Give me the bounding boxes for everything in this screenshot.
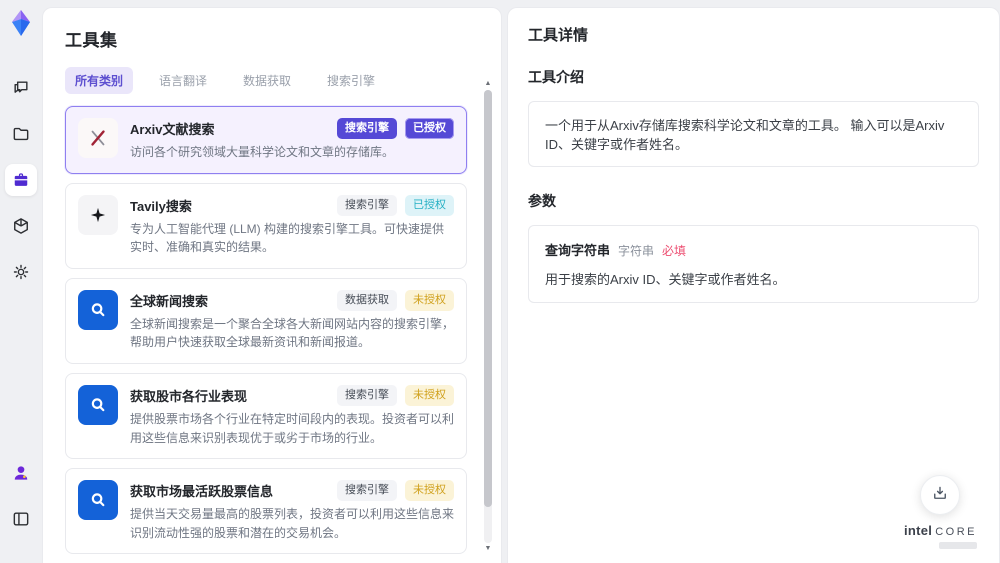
scroll-up-icon[interactable]: ▲: [485, 80, 492, 88]
tool-icon: [78, 289, 118, 330]
auth-status-badge: 未授权: [405, 384, 454, 406]
tool-description: 提供股票市场各个行业在特定时间段内的表现。投资者可以利用这些信息来识别表现优于或…: [130, 411, 455, 445]
tool-card[interactable]: 获取市场最活跃股票信息 提供当天交易量最高的股票列表，投资者可以利用这些信息来识…: [65, 468, 467, 555]
tool-card[interactable]: Arxiv文献搜索 访问各个研究领域大量科学论文和文章的存储库。 搜索引擎 已授…: [65, 106, 467, 174]
cube-icon: [11, 216, 31, 236]
param-description: 用于搜索的Arxiv ID、关键字或作者姓名。: [545, 272, 786, 287]
intel-core-logo: intel core: [903, 523, 977, 538]
page-title: 工具集: [65, 31, 118, 50]
corner-widgets: intel core: [904, 475, 977, 549]
download-button[interactable]: [920, 475, 961, 515]
intro-heading: 工具介绍: [528, 69, 584, 85]
download-icon: [931, 484, 949, 507]
user-icon: [11, 463, 31, 483]
sidebar: [0, 0, 42, 563]
category-tab[interactable]: 所有类别: [65, 67, 134, 94]
folder-icon: [11, 124, 31, 144]
search-icon: [91, 303, 105, 317]
sidebar-item-packages[interactable]: [5, 210, 37, 242]
tool-card[interactable]: 获取股市各行业表现 提供股票市场各个行业在特定时间段内的表现。投资者可以利用这些…: [65, 372, 467, 460]
tool-description: 全球新闻搜索是一个聚合全球各大新闻网站内容的搜索引擎，帮助用户快速获取全球最新资…: [130, 316, 455, 350]
scrollbar-thumb[interactable]: [484, 90, 492, 507]
tool-icon: [78, 194, 118, 235]
app-logo-icon: [6, 8, 36, 38]
detail-title: 工具详情: [528, 27, 589, 44]
category-tabs: 所有类别 语言翻译 数据获取 搜索引擎: [65, 67, 481, 94]
params-heading: 参数: [528, 193, 556, 209]
briefcase-icon: [11, 170, 31, 190]
sidebar-item-collapse[interactable]: [5, 503, 37, 535]
tool-intro-text: 一个用于从Arxiv存储库搜索科学论文和文章的工具。 输入可以是Arxiv ID…: [528, 101, 979, 167]
scroll-down-icon[interactable]: ▼: [485, 545, 492, 553]
category-tab[interactable]: 搜索引擎: [317, 67, 385, 94]
param-name: 查询字符串: [545, 243, 611, 258]
tool-description: 专为人工智能代理 (LLM) 构建的搜索引擎工具。可快速提供实时、准确和真实的结…: [130, 221, 445, 255]
app-window: 工具集 所有类别 语言翻译 数据获取 搜索引擎 Arxiv文献搜索 访问各个研究…: [0, 0, 1000, 563]
category-badge: 搜索引擎: [337, 118, 397, 139]
panel-toggle-icon: [11, 509, 31, 529]
param-required-flag: 必填: [662, 244, 687, 258]
tool-description: 提供当天交易量最高的股票列表，投资者可以利用这些信息来识别流动性强的股票和潜在的…: [130, 507, 455, 540]
search-icon: [91, 398, 105, 412]
sparkle-icon: [90, 207, 106, 222]
sidebar-item-chat[interactable]: [5, 72, 37, 104]
brand-subtext: [939, 542, 977, 549]
tool-icon: [78, 480, 118, 521]
tool-icon: [78, 118, 118, 158]
tool-detail-panel: 工具详情 工具介绍 一个用于从Arxiv存储库搜索科学论文和文章的工具。 输入可…: [507, 7, 1000, 563]
category-badge: 数据获取: [337, 289, 397, 311]
arxiv-logo-icon: [91, 130, 105, 146]
category-badge: 搜索引擎: [337, 384, 397, 406]
tool-card[interactable]: Tavily搜索 专为人工智能代理 (LLM) 构建的搜索引擎工具。可快速提供实…: [65, 182, 467, 269]
list-scrollbar[interactable]: ▲ ▼: [483, 80, 493, 553]
auth-status-badge: 未授权: [405, 480, 454, 502]
category-tab[interactable]: 数据获取: [233, 67, 301, 94]
tool-icon: [78, 384, 118, 425]
param-type: 字符串: [618, 244, 655, 258]
auth-status-badge: 已授权: [405, 194, 454, 216]
auth-status-badge: 已授权: [405, 118, 454, 139]
sidebar-item-tools[interactable]: [5, 164, 37, 196]
search-icon: [91, 493, 105, 507]
gear-icon: [11, 262, 31, 282]
category-badge: 搜索引擎: [337, 480, 397, 502]
category-tab[interactable]: 语言翻译: [149, 67, 217, 94]
chat-icon: [11, 78, 31, 98]
sidebar-item-settings[interactable]: [5, 256, 37, 288]
tool-card-list: Arxiv文献搜索 访问各个研究领域大量科学论文和文章的存储库。 搜索引擎 已授…: [65, 106, 481, 563]
category-badge: 搜索引擎: [337, 194, 397, 216]
sidebar-item-files[interactable]: [5, 118, 37, 150]
auth-status-badge: 未授权: [405, 289, 454, 311]
tool-list-panel: 工具集 所有类别 语言翻译 数据获取 搜索引擎 Arxiv文献搜索 访问各个研究…: [42, 7, 502, 563]
tool-card[interactable]: 全球新闻搜索 全球新闻搜索是一个聚合全球各大新闻网站内容的搜索引擎，帮助用户快速…: [65, 277, 467, 364]
tool-description: 访问各个研究领域大量科学论文和文章的存储库。: [130, 145, 395, 159]
main-content: 工具集 所有类别 语言翻译 数据获取 搜索引擎 Arxiv文献搜索 访问各个研究…: [42, 0, 1000, 563]
sidebar-item-account[interactable]: [5, 457, 37, 489]
parameter-item: 查询字符串 字符串 必填 用于搜索的Arxiv ID、关键字或作者姓名。: [528, 225, 979, 303]
